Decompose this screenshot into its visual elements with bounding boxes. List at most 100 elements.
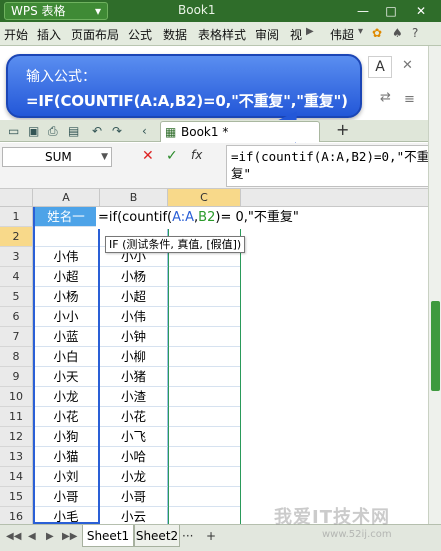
menu-table-style[interactable]: 表格样式 <box>198 26 246 43</box>
table-cell[interactable] <box>168 307 241 327</box>
print-icon[interactable]: ⎙ <box>48 124 58 139</box>
table-cell[interactable] <box>168 407 241 427</box>
table-cell[interactable]: 小花 <box>100 407 168 427</box>
text-direction-icon[interactable]: ⇄ <box>380 90 391 105</box>
table-cell[interactable]: 小超 <box>33 267 100 287</box>
row-header[interactable]: 10 <box>0 387 33 407</box>
table-cell[interactable]: 小猪 <box>100 367 168 387</box>
row-header[interactable]: 13 <box>0 447 33 467</box>
table-cell[interactable] <box>168 427 241 447</box>
row-header[interactable]: 8 <box>0 347 33 367</box>
font-size-button[interactable]: A <box>368 56 392 78</box>
table-cell[interactable]: 小花 <box>33 407 100 427</box>
table-cell[interactable]: 小飞 <box>100 427 168 447</box>
row-header[interactable]: 4 <box>0 267 33 287</box>
skin-icon[interactable]: ✿ <box>372 26 382 40</box>
open-icon[interactable]: ▭ <box>8 124 19 138</box>
table-cell[interactable] <box>168 367 241 387</box>
close-button[interactable]: ✕ <box>410 2 432 20</box>
tab-book1[interactable]: ▦ Book1 * <box>160 121 320 142</box>
table-cell[interactable] <box>168 347 241 367</box>
new-tab-button[interactable]: + <box>336 120 349 139</box>
table-cell[interactable]: 小伟 <box>100 307 168 327</box>
table-cell[interactable]: 小哥 <box>100 487 168 507</box>
table-cell[interactable]: 小柳 <box>100 347 168 367</box>
more-sheets-button[interactable]: ··· <box>182 529 193 543</box>
table-cell[interactable]: 小龙 <box>33 387 100 407</box>
table-cell[interactable]: 小杨 <box>100 267 168 287</box>
menu-home[interactable]: 开始 <box>4 26 28 43</box>
clear-format-icon[interactable]: ✕ <box>402 58 413 73</box>
preview-icon[interactable]: ▤ <box>68 124 79 138</box>
table-cell[interactable] <box>168 267 241 287</box>
menu-review[interactable]: 审阅 <box>255 26 279 43</box>
first-sheet-icon[interactable]: ◀◀ <box>6 531 21 542</box>
table-cell[interactable] <box>168 387 241 407</box>
table-cell[interactable]: 小狗 <box>33 427 100 447</box>
wps-menu-button[interactable]: WPS 表格 ▾ <box>4 2 108 20</box>
row-header[interactable]: 15 <box>0 487 33 507</box>
table-cell[interactable] <box>168 447 241 467</box>
tab-sheet1[interactable]: Sheet1 <box>82 525 134 547</box>
scroll-thumb[interactable] <box>431 301 440 391</box>
undo-icon[interactable]: ↶ <box>92 124 102 138</box>
formula-input[interactable]: =if(countif(A:A,B2)=0,"不重复" <box>226 145 439 187</box>
row-header[interactable]: 3 <box>0 247 33 267</box>
row-header[interactable]: 5 <box>0 287 33 307</box>
redo-icon[interactable]: ↷ <box>112 124 122 138</box>
menu-page-layout[interactable]: 页面布局 <box>71 26 119 43</box>
help-icon[interactable]: ? <box>412 26 418 40</box>
chevron-left-icon[interactable]: ‹ <box>142 124 147 138</box>
last-sheet-icon[interactable]: ▶▶ <box>62 531 77 542</box>
align-icon[interactable]: ≡ <box>404 92 415 107</box>
column-header-b[interactable]: B <box>100 189 168 207</box>
shirt-icon[interactable]: ♠ <box>392 26 403 40</box>
tab-sheet2[interactable]: Sheet2 <box>134 525 180 547</box>
table-cell[interactable]: 小杨 <box>33 287 100 307</box>
table-cell[interactable] <box>168 327 241 347</box>
row-header[interactable]: 12 <box>0 427 33 447</box>
table-cell[interactable]: 小超 <box>100 287 168 307</box>
table-cell[interactable]: 小龙 <box>100 467 168 487</box>
row-header[interactable]: 1 <box>0 207 33 227</box>
table-cell[interactable] <box>168 467 241 487</box>
table-cell[interactable] <box>168 287 241 307</box>
minimize-button[interactable]: — <box>352 2 374 20</box>
table-cell[interactable]: 小白 <box>33 347 100 367</box>
row-header[interactable]: 7 <box>0 327 33 347</box>
table-cell[interactable]: 小伟 <box>33 247 100 267</box>
table-cell[interactable]: 小天 <box>33 367 100 387</box>
chevron-down-icon[interactable]: ▾ <box>358 26 368 42</box>
table-cell[interactable]: 小猫 <box>33 447 100 467</box>
prev-sheet-icon[interactable]: ◀ <box>28 531 36 542</box>
table-cell[interactable]: 小渣 <box>100 387 168 407</box>
next-sheet-icon[interactable]: ▶ <box>46 531 54 542</box>
menu-view[interactable]: 视 <box>290 26 302 43</box>
table-cell[interactable]: 小刘 <box>33 467 100 487</box>
cancel-icon[interactable]: ✕ <box>142 148 154 164</box>
row-header[interactable]: 9 <box>0 367 33 387</box>
table-cell[interactable]: 小蓝 <box>33 327 100 347</box>
table-cell[interactable] <box>33 227 100 247</box>
chevron-down-icon[interactable]: ▼ <box>101 148 108 166</box>
menu-data[interactable]: 数据 <box>163 26 187 43</box>
table-cell[interactable] <box>168 487 241 507</box>
name-box[interactable]: SUM ▼ <box>2 147 112 167</box>
row-header[interactable]: 6 <box>0 307 33 327</box>
vertical-scrollbar[interactable] <box>428 46 441 524</box>
row-header[interactable]: 2 <box>0 227 33 247</box>
table-cell[interactable]: 小钟 <box>100 327 168 347</box>
user-name[interactable]: 伟超 <box>330 26 354 43</box>
row-header[interactable]: 14 <box>0 467 33 487</box>
column-header-c[interactable]: C <box>168 189 241 207</box>
add-sheet-button[interactable]: + <box>206 529 216 543</box>
select-all-corner[interactable] <box>0 189 33 207</box>
row-header[interactable]: 11 <box>0 407 33 427</box>
insert-function-button[interactable]: fx <box>191 148 202 162</box>
table-cell[interactable]: 小小 <box>33 307 100 327</box>
menu-insert[interactable]: 插入 <box>37 26 61 43</box>
column-header-a[interactable]: A <box>33 189 100 207</box>
menu-formula[interactable]: 公式 <box>128 26 152 43</box>
table-cell[interactable]: 小哥 <box>33 487 100 507</box>
active-cell-editor[interactable]: =if(countif(A:A,B2)= 0,"不重复" <box>96 207 299 229</box>
